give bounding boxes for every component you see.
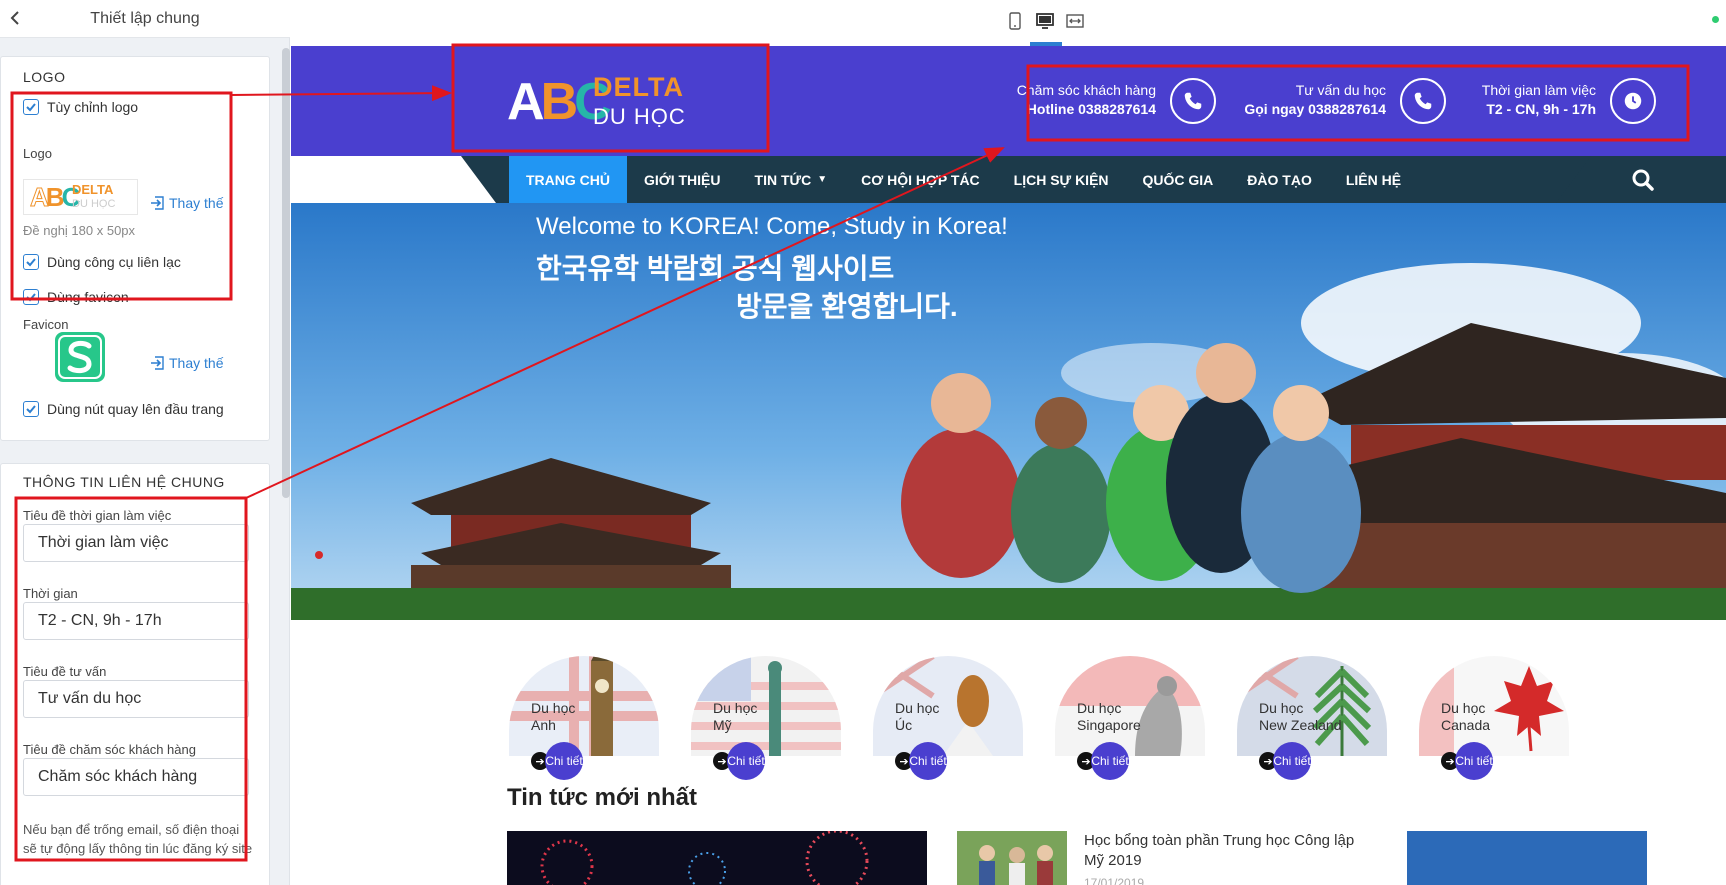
consult-title-input[interactable]: Tư vấn du học <box>23 680 249 718</box>
panel-scrollbar[interactable] <box>282 48 290 498</box>
destination-card[interactable]: Du học Canada ➔ Chi tiết <box>1419 636 1589 786</box>
back-to-top-label: Dùng nút quay lên đầu trang <box>47 401 224 417</box>
logo-thumbnail: ABC DELTA DU HỌC <box>23 179 138 215</box>
time-label: Thời gian <box>23 586 78 601</box>
detail-button[interactable]: ➔ Chi tiết <box>713 742 765 780</box>
hero-banner: Welcome to KOREA! Come, Study in Korea! … <box>291 203 1726 620</box>
contact-settings-card: THÔNG TIN LIÊN HỆ CHUNG Tiêu đề thời gia… <box>0 463 270 885</box>
care-title-input[interactable]: Chăm sóc khách hàng <box>23 758 249 796</box>
favicon-label: Favicon <box>23 317 69 332</box>
panel-title: Thiết lập chung <box>90 10 200 27</box>
status-dot <box>1712 16 1719 23</box>
settings-panel: Thiết lập chung LOGO Tùy chỉnh logo Logo… <box>0 0 290 885</box>
nav-item-training[interactable]: ĐÀO TẠO <box>1230 156 1329 203</box>
contact-tool-checkbox[interactable]: Dùng công cụ liên lạc <box>23 254 181 270</box>
contact-section-title: THÔNG TIN LIÊN HỆ CHUNG <box>23 474 225 490</box>
contact-note: Nếu bạn để trống email, số điện thoại sẽ… <box>23 822 253 856</box>
mobile-icon[interactable] <box>1004 10 1026 32</box>
website-preview: ABC DELTA DU HỌC Chăm sóc khách hàng Hot… <box>291 46 1726 885</box>
site-logo-delta: DELTA <box>593 72 684 102</box>
site-logo-subtitle: DU HỌC <box>593 104 686 129</box>
contact-tool-label: Dùng công cụ liên lạc <box>47 254 181 270</box>
logo-thumb-delta: DELTA <box>72 182 114 197</box>
destinations-row: Du học Anh ➔ Chi tiết Du học Mỹ ➔ Chi tiết D… <box>291 636 1726 786</box>
detail-button[interactable]: ➔ Chi tiết <box>1259 742 1311 780</box>
search-icon[interactable] <box>1631 168 1655 192</box>
replace-favicon-link[interactable]: Thay thế <box>149 355 223 371</box>
news-item-date: 17/01/2019 <box>1084 876 1145 885</box>
news-image-students[interactable] <box>957 831 1067 885</box>
preview-toolbar <box>291 0 1726 46</box>
time-input[interactable]: T2 - CN, 9h - 17h <box>23 602 249 640</box>
custom-logo-label: Tùy chỉnh logo <box>47 99 139 115</box>
nav-item-countries[interactable]: QUỐC GIA <box>1126 156 1231 203</box>
site-header: ABC DELTA DU HỌC Chăm sóc khách hàng Hot… <box>291 46 1726 156</box>
destination-card[interactable]: Du học Anh ➔ Chi tiết <box>509 636 679 786</box>
nav-item-news[interactable]: TIN TỨC ▼ <box>738 156 845 203</box>
news-image-third[interactable] <box>1407 831 1647 885</box>
desktop-icon[interactable] <box>1034 10 1056 32</box>
clock-icon[interactable] <box>1610 78 1656 124</box>
work-time-title-input[interactable]: Thời gian làm việc <box>23 524 249 562</box>
panel-header: Thiết lập chung <box>0 0 290 38</box>
back-to-top-checkbox[interactable]: Dùng nút quay lên đầu trang <box>23 401 224 417</box>
news-heading: Tin tức mới nhất <box>507 784 698 811</box>
destination-card[interactable]: Du học Úc ➔ Chi tiết <box>873 636 1043 786</box>
banner-korean-line1: 한국유학 박람회 공식 웹사이트 <box>536 253 895 284</box>
news-item-title[interactable]: Học bổng toàn phần Trung học Công lập Mỹ… <box>1084 831 1374 871</box>
checkbox-checked-icon[interactable] <box>23 99 39 115</box>
replace-icon <box>151 356 164 370</box>
header-item-title: Tư vấn du học <box>1295 82 1386 98</box>
replace-logo-link[interactable]: Thay thế <box>149 195 223 211</box>
header-item-value: T2 - CN, 9h - 17h <box>1486 101 1596 117</box>
consult-title-label: Tiêu đề tư vấn <box>23 664 107 679</box>
nav-item-about[interactable]: GIỚI THIỆU <box>627 156 738 203</box>
main-navigation: TRANG CHỦ GIỚI THIỆU TIN TỨC ▼ CƠ HỘI HỢP… <box>291 156 1726 203</box>
logo-size-hint: Đề nghị 180 x 50px <box>23 223 136 238</box>
replace-favicon-label: Thay thế <box>169 355 224 371</box>
panel-scroll-area: LOGO Tùy chỉnh logo Logo ABC DELTA DU HỌ… <box>0 38 290 885</box>
slider-dot[interactable] <box>315 551 323 559</box>
nav-item-contact[interactable]: LIÊN HỆ <box>1329 156 1418 203</box>
replace-logo-label: Thay thế <box>169 195 224 211</box>
replace-icon <box>151 196 164 210</box>
favicon-thumbnail <box>55 332 105 382</box>
destination-card[interactable]: Du học Singapore ➔ Chi tiết <box>1055 636 1225 786</box>
destination-card[interactable]: Du học Mỹ ➔ Chi tiết <box>691 636 861 786</box>
detail-button[interactable]: ➔ Chi tiết <box>531 742 583 780</box>
favicon-toggle-label: Dùng favicon <box>47 289 129 305</box>
banner-welcome-text: Welcome to KOREA! Come, Study in Korea! <box>536 213 1008 240</box>
checkbox-checked-icon[interactable] <box>23 289 39 305</box>
header-working-hours: Thời gian làm việc T2 - CN, 9h - 17h <box>1406 78 1656 128</box>
header-item-value: Hotline 0388287614 <box>1026 101 1156 117</box>
banner-illustration <box>291 203 1726 620</box>
checkbox-checked-icon[interactable] <box>23 401 39 417</box>
checkbox-checked-icon[interactable] <box>23 254 39 270</box>
detail-button[interactable]: ➔ Chi tiết <box>1441 742 1493 780</box>
header-item-title: Thời gian làm việc <box>1481 82 1596 98</box>
detail-button[interactable]: ➔ Chi tiết <box>895 742 947 780</box>
logo-settings-card: LOGO Tùy chỉnh logo Logo ABC DELTA DU HỌ… <box>0 56 270 441</box>
header-customer-care: Chăm sóc khách hàng Hotline 0388287614 <box>966 78 1216 128</box>
logo-thumb-abc: ABC <box>30 182 81 213</box>
fullwidth-icon[interactable] <box>1064 10 1086 32</box>
banner-korean-line2: 방문을 환영합니다. <box>736 291 958 322</box>
nav-item-home[interactable]: TRANG CHỦ <box>509 156 627 203</box>
logo-section-title: LOGO <box>23 69 66 85</box>
custom-logo-checkbox[interactable]: Tùy chỉnh logo <box>23 99 138 115</box>
chevron-down-icon: ▼ <box>817 174 828 185</box>
nav-item-events[interactable]: LỊCH SỰ KIỆN <box>997 156 1126 203</box>
news-image-fireworks[interactable] <box>507 831 927 885</box>
header-item-title: Chăm sóc khách hàng <box>1016 82 1156 98</box>
logo-thumb-subtitle: DU HỌC <box>72 198 116 210</box>
work-time-title-label: Tiêu đề thời gian làm việc <box>23 508 172 523</box>
nav-item-partnership[interactable]: CƠ HỘI HỢP TÁC <box>844 156 997 203</box>
header-item-value: Gọi ngay 0388287614 <box>1244 101 1386 117</box>
detail-button[interactable]: ➔ Chi tiết <box>1077 742 1129 780</box>
destination-card[interactable]: Du học New Zealand ➔ Chi tiết <box>1237 636 1407 786</box>
logo-label: Logo <box>23 146 52 161</box>
care-title-label: Tiêu đề chăm sóc khách hàng <box>23 742 196 757</box>
favicon-checkbox[interactable]: Dùng favicon <box>23 289 129 305</box>
